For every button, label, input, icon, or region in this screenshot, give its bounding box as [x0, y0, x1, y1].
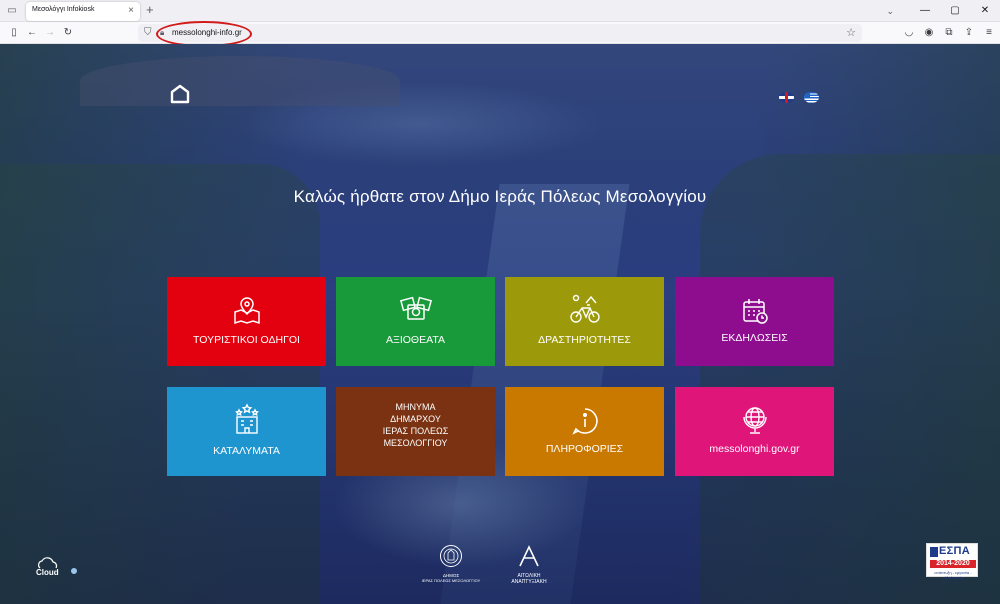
minimize-icon[interactable]: —	[910, 0, 940, 22]
espa-tagline: ανάπτυξη - εργασία - αλληλεγγύη	[934, 570, 972, 580]
bookmark-star-icon[interactable]: ☆	[846, 25, 856, 41]
tile-label: ΚΑΤΑΛΥΜΑΤΑ	[213, 445, 280, 457]
info-icon	[505, 406, 664, 436]
tile-label: ΕΚΔΗΛΩΣΕΙΣ	[721, 332, 788, 344]
tile-label: messolonghi.gov.gr	[709, 443, 800, 455]
photos-icon	[336, 295, 495, 325]
tile-information[interactable]: ΠΛΗΡΟΦΟΡΙΕΣ	[505, 387, 664, 476]
browser-nav-bar: ▯ ← → ↻ ⛉ 🔒︎ messolonghi-info.gr ☆ ◡ ◉ ⧉…	[0, 22, 1000, 44]
window-controls: — ▢ ✕	[910, 0, 1000, 22]
infokiosk-page: Καλώς ήρθατε στον Δήμο Ιεράς Πόλεως Μεσο…	[0, 44, 1000, 604]
toolbar-right: ◡ ◉ ⧉ ⇪ ≡	[902, 25, 996, 41]
background-land-right	[700, 154, 1000, 604]
map-pin-icon	[167, 295, 326, 325]
tile-label-multiline: ΜΗΝΥΜΑ ΔΗΜΑΡΧΟΥ ΙΕΡΑΣ ΠΟΛΕΩΣ ΜΕΣΟΛΟΓΓΙΟΥ	[340, 401, 491, 449]
cloud-logo: Cloud	[36, 557, 77, 576]
tab-overflow-chevron-icon[interactable]: ⌄	[886, 3, 894, 19]
extensions-icon[interactable]: ⧉	[942, 25, 956, 41]
tile-label: ΠΛΗΡΟΦΟΡΙΕΣ	[545, 443, 624, 455]
espa-title: ΕΣΠΑ	[939, 545, 971, 557]
maximize-icon[interactable]: ▢	[940, 0, 970, 22]
tile-label-line: ΙΕΡΑΣ ΠΟΛΕΩΣ	[382, 426, 449, 436]
municipality-logo-line: ΙΕΡΑΣ ΠΟΛΕΩΣ ΜΕΣΟΛΟΓΓΙΟΥ	[421, 578, 481, 583]
tile-sights[interactable]: ΑΞΙΟΘΕΑΤΑ	[336, 277, 495, 366]
aitoliki-logo-line: ΑΝΑΠΤΥΞΙΑΚΗ	[511, 579, 547, 585]
espa-years: 2014-2020	[930, 560, 976, 568]
tile-accommodation[interactable]: ΚΑΤΑΛΥΜΑΤΑ	[167, 387, 326, 476]
aitoliki-a-icon	[519, 545, 539, 567]
tile-label: ΤΟΥΡΙΣΤΙΚΟΙ ΟΔΗΓΟΙ	[193, 334, 300, 346]
eu-flag-icon	[930, 547, 938, 557]
background-mountain	[80, 56, 400, 106]
cloud-logo-text: Cloud	[36, 568, 59, 576]
tracking-shield-icon[interactable]: ⛉	[144, 25, 152, 41]
share-icon[interactable]: ⇪	[962, 25, 976, 41]
menu-icon[interactable]: ≡	[982, 25, 996, 41]
bicycle-icon	[505, 293, 664, 325]
tile-events[interactable]: ΕΚΔΗΛΩΣΕΙΣ	[675, 277, 834, 366]
hotel-icon	[167, 403, 326, 435]
back-arrow-icon[interactable]: ←	[24, 25, 40, 41]
new-tab-icon[interactable]: +	[146, 3, 154, 17]
home-icon[interactable]	[170, 84, 190, 104]
reload-icon[interactable]: ↻	[60, 25, 76, 41]
background-land-left	[0, 164, 320, 604]
browser-tab-bar: ▭ Μεσολόγγι Infokiosk × + ⌄ — ▢ ✕	[0, 0, 1000, 22]
tile-label-line: ΜΗΝΥΜΑ	[395, 402, 436, 412]
tile-label-line: ΔΗΜΑΡΧΟΥ	[390, 414, 441, 424]
account-icon[interactable]: ◉	[922, 25, 936, 41]
tile-mayor-message[interactable]: ΜΗΝΥΜΑ ΔΗΜΑΡΧΟΥ ΙΕΡΑΣ ΠΟΛΕΩΣ ΜΕΣΟΛΟΓΓΙΟΥ	[336, 387, 495, 476]
tab-title: Μεσολόγγι Infokiosk	[32, 6, 95, 13]
tile-label-line: ΜΕΣΟΛΟΓΓΙΟΥ	[383, 438, 448, 448]
tile-tourist-guides[interactable]: ΤΟΥΡΙΣΤΙΚΟΙ ΟΔΗΓΟΙ	[167, 277, 326, 366]
aitoliki-anaptyxiaki-logo: ΑΙΤΩΛΙΚΗ ΑΝΑΠΤΥΞΙΑΚΗ	[506, 544, 552, 585]
close-window-icon[interactable]: ✕	[970, 0, 1000, 22]
sidebar-toggle-icon[interactable]: ▯	[6, 25, 22, 41]
calendar-icon	[675, 297, 834, 325]
tile-website[interactable]: messolonghi.gov.gr	[675, 387, 834, 476]
municipality-seal-icon	[440, 545, 462, 567]
browser-tab[interactable]: Μεσολόγγι Infokiosk ×	[26, 2, 140, 21]
welcome-heading: Καλώς ήρθατε στον Δήμο Ιεράς Πόλεως Μεσο…	[293, 187, 707, 206]
globe-icon	[675, 405, 834, 435]
tab-close-icon[interactable]: ×	[128, 5, 134, 17]
tile-label: ΔΡΑΣΤΗΡΙΟΤΗΤΕΣ	[538, 334, 631, 346]
greek-flag-icon[interactable]	[804, 92, 819, 103]
tile-activities[interactable]: ΔΡΑΣΤΗΡΙΟΤΗΤΕΣ	[505, 277, 664, 366]
municipality-logo: ΔΗΜΟΣ ΙΕΡΑΣ ΠΟΛΕΩΣ ΜΕΣΟΛΟΓΓΙΟΥ	[420, 544, 482, 583]
tile-label: ΑΞΙΟΘΕΑΤΑ	[386, 334, 445, 346]
pocket-icon[interactable]: ◡	[902, 25, 916, 41]
language-switcher	[779, 92, 819, 103]
espa-logo: ΕΣΠΑ 2014-2020 ανάπτυξη - εργασία - αλλη…	[926, 543, 978, 580]
forward-arrow-icon[interactable]: →	[42, 25, 58, 41]
tab-list-icon[interactable]: ▭	[4, 3, 20, 19]
english-flag-icon[interactable]	[779, 92, 794, 103]
